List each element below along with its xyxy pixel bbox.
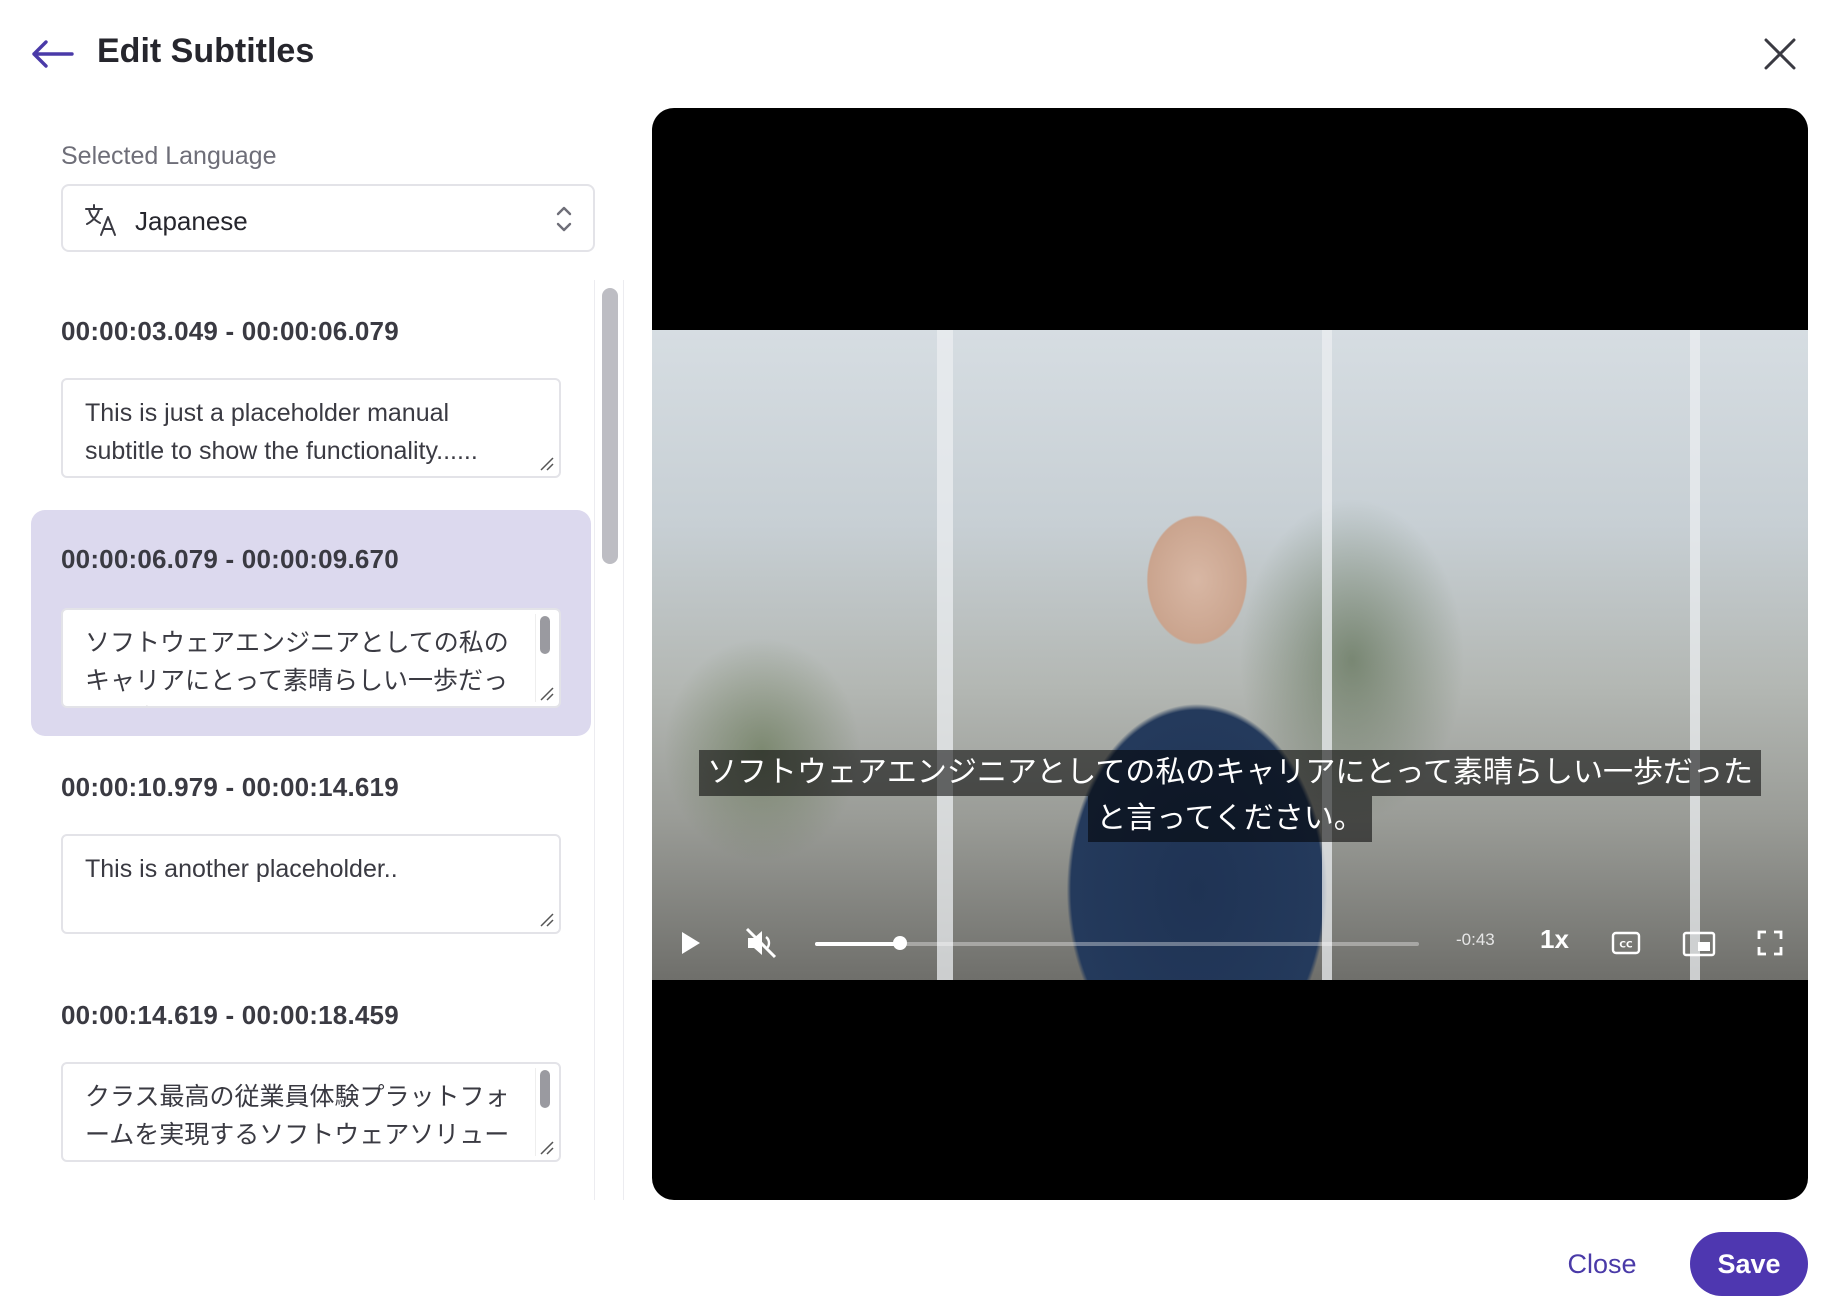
subtitle-text-field[interactable]: This is another placeholder..: [61, 834, 561, 934]
resize-handle-icon[interactable]: [539, 686, 555, 702]
subtitle-text: ソフトウェアエンジニアとしての私のキャリアにとって素晴らしい一歩だったと言ってく…: [85, 629, 509, 706]
muted-icon[interactable]: [744, 926, 778, 960]
video-controls: -0:43 1x CC: [652, 908, 1808, 978]
video-progress-handle[interactable]: [892, 936, 907, 950]
text-scrollbar-thumb[interactable]: [540, 1070, 550, 1108]
modal-header: Edit Subtitles: [0, 0, 1836, 100]
resize-handle-icon[interactable]: [539, 456, 555, 472]
subtitle-item[interactable]: 00:00:10.979 - 00:00:14.619 This is anot…: [31, 736, 591, 956]
cc-icon[interactable]: CC: [1611, 930, 1641, 956]
video-progress-fill: [815, 942, 900, 946]
video-caption: ソフトウェアエンジニアとしての私のキャリアにとって素晴らしい一歩だった と言って…: [652, 750, 1808, 842]
window-pillar: [1690, 330, 1700, 980]
subtitle-text: クラス最高の従業員体験プラットフォームを実現するソフトウェアソリューション: [85, 1083, 510, 1160]
play-icon[interactable]: [676, 928, 704, 958]
subtitle-time: 00:00:10.979 - 00:00:14.619: [61, 772, 399, 802]
resize-handle-icon[interactable]: [539, 912, 555, 928]
selected-language-label: Selected Language: [61, 142, 277, 170]
caption-line: と言ってください。: [1088, 796, 1372, 842]
video-progress-bar[interactable]: [815, 936, 1419, 950]
video-frame: ソフトウェアエンジニアとしての私のキャリアにとって素晴らしい一歩だった と言って…: [652, 330, 1808, 980]
subtitle-text-field[interactable]: クラス最高の従業員体験プラットフォームを実現するソフトウェアソリューション: [61, 1062, 561, 1162]
subtitle-text-field[interactable]: This is just a placeholder manual subtit…: [61, 378, 561, 478]
caption-line: ソフトウェアエンジニアとしての私のキャリアにとって素晴らしい一歩だった: [698, 750, 1762, 796]
time-remaining: -0:43: [1456, 930, 1495, 949]
picture-in-picture-icon[interactable]: [1682, 930, 1716, 958]
subtitle-text: This is just a placeholder manual subtit…: [85, 399, 478, 465]
svg-text:CC: CC: [1619, 941, 1633, 951]
subtitle-time: 00:00:14.619 - 00:00:18.459: [61, 1000, 399, 1030]
close-icon[interactable]: [1760, 34, 1800, 74]
chevron-up-down-icon: [556, 206, 572, 232]
language-select[interactable]: Japanese: [61, 184, 595, 252]
subtitle-list-scrollbar[interactable]: [594, 280, 624, 1200]
subtitle-item[interactable]: 00:00:14.619 - 00:00:18.459 クラス最高の従業員体験プ…: [31, 964, 591, 1184]
window-pillar: [1322, 330, 1332, 980]
text-scrollbar-thumb[interactable]: [540, 616, 550, 654]
fullscreen-icon[interactable]: [1757, 930, 1783, 956]
video-player[interactable]: ソフトウェアエンジニアとしての私のキャリアにとって素晴らしい一歩だった と言って…: [652, 108, 1808, 1200]
translate-icon: [85, 204, 116, 236]
subtitle-time: 00:00:06.079 - 00:00:09.670: [61, 544, 399, 574]
language-value: Japanese: [135, 206, 248, 236]
window-pillar: [937, 330, 953, 980]
subtitle-text-field[interactable]: ソフトウェアエンジニアとしての私のキャリアにとって素晴らしい一歩だったと言ってく…: [61, 608, 561, 708]
back-arrow-icon[interactable]: [28, 30, 76, 78]
playback-speed-button[interactable]: 1x: [1540, 924, 1569, 955]
save-button[interactable]: Save: [1690, 1232, 1808, 1296]
subtitle-time: 00:00:03.049 - 00:00:06.079: [61, 316, 399, 346]
page-title: Edit Subtitles: [97, 32, 315, 70]
resize-handle-icon[interactable]: [539, 1140, 555, 1156]
close-button[interactable]: Close: [1540, 1232, 1664, 1296]
subtitle-list-scrollbar-thumb[interactable]: [602, 288, 618, 564]
subtitle-list: 00:00:03.049 - 00:00:06.079 This is just…: [0, 280, 594, 1200]
subtitle-item-selected[interactable]: 00:00:06.079 - 00:00:09.670 ソフトウェアエンジニアと…: [31, 510, 591, 736]
subtitle-text: This is another placeholder..: [85, 855, 398, 883]
subtitle-item[interactable]: 00:00:03.049 - 00:00:06.079 This is just…: [31, 280, 591, 500]
